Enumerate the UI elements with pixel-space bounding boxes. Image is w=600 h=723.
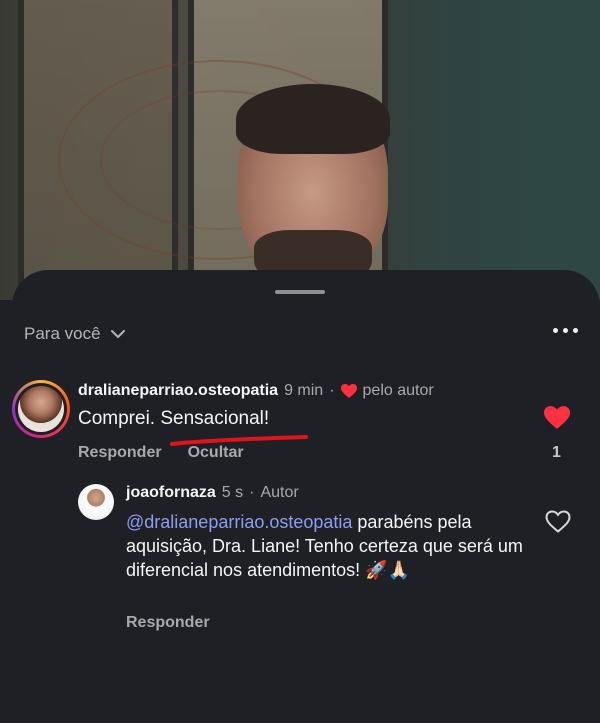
commenter-username[interactable]: dralianeparriao.osteopatia bbox=[78, 382, 278, 400]
chevron-down-icon bbox=[110, 330, 125, 338]
reply-username[interactable]: joaofornaza bbox=[126, 484, 216, 502]
more-dot bbox=[573, 328, 578, 333]
comment-text-start: Comprei. bbox=[78, 408, 161, 429]
comment-filter-dropdown[interactable]: Para você bbox=[24, 324, 127, 344]
more-dot bbox=[553, 328, 558, 333]
author-tag: Autor bbox=[260, 484, 299, 501]
avatar-inner-border bbox=[15, 383, 67, 435]
liked-by-author-label: pelo autor bbox=[362, 382, 434, 399]
meta-separator: · bbox=[249, 484, 255, 501]
reply-time: 5 s bbox=[221, 484, 244, 501]
reply-text: @dralianeparriao.osteopatia parabéns pel… bbox=[126, 510, 526, 582]
reply-avatar[interactable] bbox=[78, 484, 114, 520]
comment-filter-label: Para você bbox=[24, 324, 101, 343]
like-heart-icon[interactable] bbox=[544, 406, 570, 429]
like-heart-outline-icon[interactable] bbox=[545, 510, 571, 533]
commenter-avatar[interactable] bbox=[12, 380, 70, 438]
video-background[interactable] bbox=[0, 0, 600, 300]
avatar-photo bbox=[18, 386, 64, 432]
hide-button[interactable]: Ocultar bbox=[188, 444, 244, 462]
presenter-hair bbox=[236, 84, 390, 154]
comment-meta: dralianeparriao.osteopatia 9 min · pelo … bbox=[78, 382, 434, 400]
like-count[interactable]: 1 bbox=[552, 444, 561, 462]
comment-text: Comprei. Sensacional! bbox=[78, 408, 269, 430]
meta-separator: · bbox=[329, 382, 335, 399]
comment-text-highlight: Sensacional! bbox=[160, 408, 270, 429]
more-dot bbox=[563, 328, 568, 333]
comments-sheet: Para você dralianeparriao.osteopatia 9 m… bbox=[12, 270, 600, 723]
mention-link[interactable]: @dralianeparriao.osteopatia bbox=[126, 512, 352, 532]
reply-meta: joaofornaza 5 s · Autor bbox=[126, 484, 299, 502]
comment-time: 9 min bbox=[284, 382, 324, 399]
author-liked-heart-icon bbox=[340, 384, 357, 398]
reply-reply-button[interactable]: Responder bbox=[126, 614, 210, 632]
sheet-grabber-handle[interactable] bbox=[275, 290, 325, 294]
comment-actions: Responder Ocultar bbox=[78, 444, 244, 462]
reply-button[interactable]: Responder bbox=[78, 444, 162, 462]
more-options-icon[interactable] bbox=[553, 328, 578, 333]
